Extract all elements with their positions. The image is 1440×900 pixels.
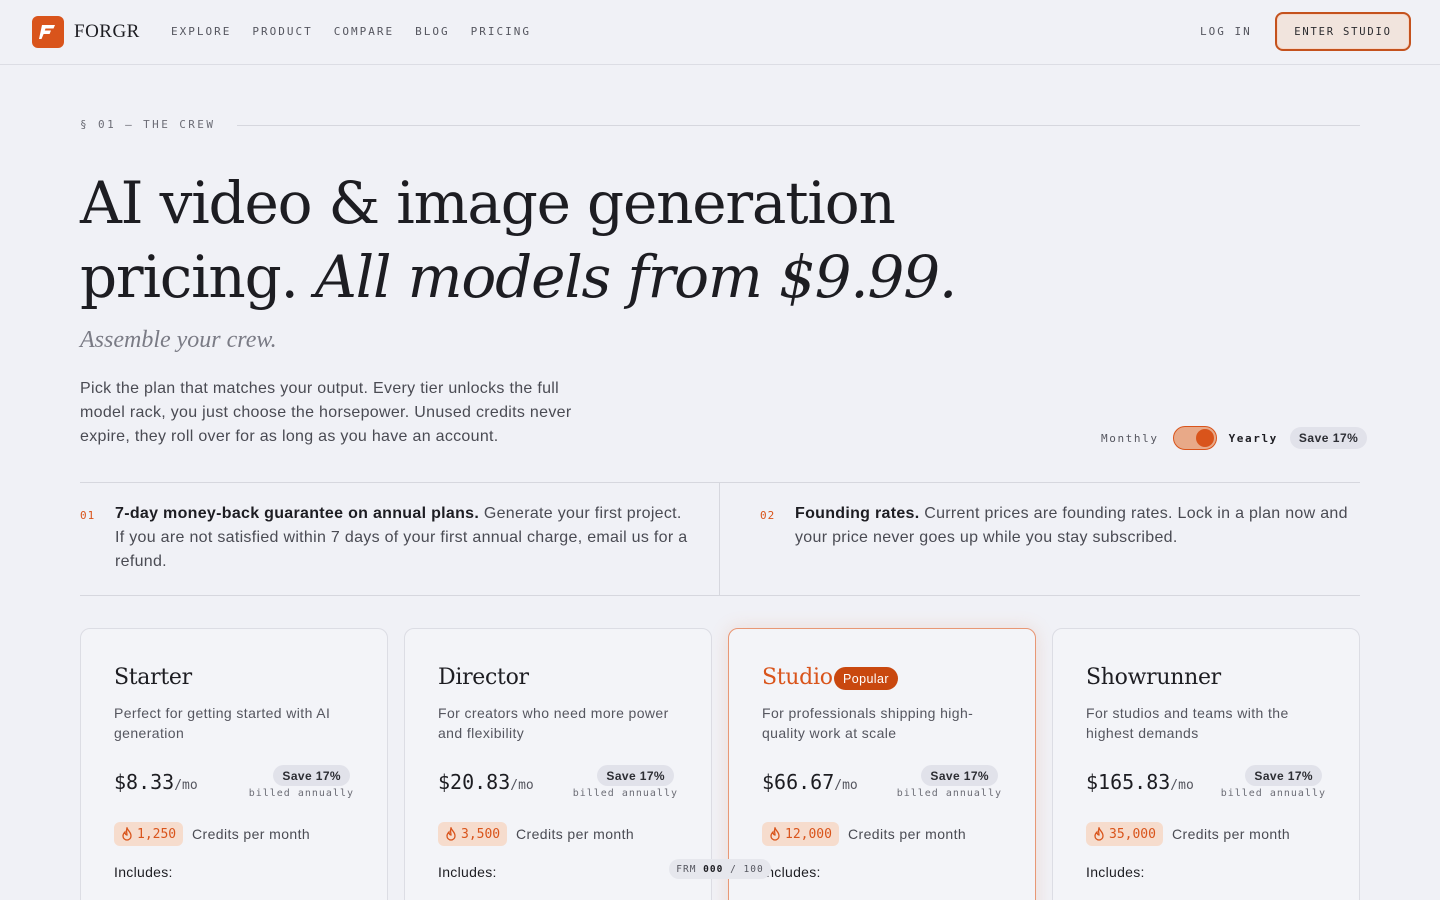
- plan-card-starter[interactable]: Starter Perfect for getting started with…: [80, 628, 388, 900]
- plan-billed-note: billed annually: [896, 788, 1002, 799]
- plan-name: Studio: [762, 665, 833, 690]
- flame-icon: [1094, 827, 1104, 841]
- notes-column-divider: [719, 483, 720, 595]
- plan-price: $66.67/mo: [762, 770, 858, 794]
- login-link[interactable]: LOG IN: [1200, 25, 1252, 38]
- plan-billed-note: billed annually: [1220, 788, 1326, 799]
- notes-bottom-divider: [80, 595, 1360, 596]
- credits-label: Credits per month: [1172, 826, 1291, 842]
- note-title: 7-day money-back guarantee on annual pla…: [115, 505, 480, 522]
- plan-billed-note: billed annually: [248, 788, 354, 799]
- nav-links: EXPLORE PRODUCT COMPARE BLOG PRICING: [171, 25, 531, 38]
- plan-name: Showrunner: [1086, 665, 1221, 690]
- popular-badge: Popular: [834, 667, 898, 690]
- brand-name: FORGR: [74, 21, 140, 42]
- note-founding-rates: Founding rates. Current prices are found…: [795, 502, 1355, 550]
- credits-badge: 35,000: [1086, 822, 1163, 846]
- section-divider: [237, 125, 1360, 126]
- credits-badge: 12,000: [762, 822, 839, 846]
- flame-icon: [770, 827, 780, 841]
- frame-label: FRM: [676, 863, 697, 875]
- credits-label: Credits per month: [848, 826, 967, 842]
- includes-heading: Includes:: [114, 864, 173, 880]
- nav-link-blog[interactable]: BLOG: [415, 25, 450, 38]
- save-badge: Save 17%: [1289, 427, 1368, 449]
- price-period: /mo: [174, 778, 198, 793]
- plan-name: Director: [438, 665, 529, 690]
- plan-price: $165.83/mo: [1086, 770, 1194, 794]
- credits-value: 1,250: [137, 826, 177, 842]
- nav-link-compare[interactable]: COMPARE: [334, 25, 394, 38]
- plan-card-studio[interactable]: Studio Popular For professionals shippin…: [728, 628, 1036, 900]
- top-nav: FORGR EXPLORE PRODUCT COMPARE BLOG PRICI…: [0, 0, 1440, 65]
- includes-heading: Includes:: [1086, 864, 1145, 880]
- title-line-1: AI video & image generation: [80, 169, 896, 237]
- note-number: 01: [80, 509, 96, 522]
- credits-label: Credits per month: [192, 826, 311, 842]
- credits-value: 35,000: [1109, 826, 1156, 842]
- plan-save-badge: Save 17%: [1245, 765, 1322, 786]
- toggle-knob: [1195, 429, 1214, 447]
- price-value: $66.67: [762, 770, 835, 794]
- title-emphasis: All models from $9.99.: [315, 243, 957, 311]
- plan-description: For creators who need more power and fle…: [438, 705, 669, 741]
- plan-name: Starter: [114, 665, 192, 690]
- credits-value: 3,500: [461, 826, 501, 842]
- nav-link-explore[interactable]: EXPLORE: [171, 25, 231, 38]
- credits-value: 12,000: [785, 826, 832, 842]
- plan-description: For studios and teams with the highest d…: [1086, 705, 1289, 741]
- nav-link-product[interactable]: PRODUCT: [252, 25, 312, 38]
- plan-save-badge: Save 17%: [597, 765, 674, 786]
- note-number: 02: [760, 509, 776, 522]
- brand-logo[interactable]: FORGR: [32, 16, 140, 48]
- nav-link-pricing[interactable]: PRICING: [471, 25, 531, 38]
- plan-billed-note: billed annually: [572, 788, 678, 799]
- includes-heading: Includes:: [438, 864, 497, 880]
- price-period: /mo: [1170, 778, 1194, 793]
- note-guarantee: 7-day money-back guarantee on annual pla…: [115, 502, 695, 574]
- plan-card-director[interactable]: Director For creators who need more powe…: [404, 628, 712, 900]
- page-title: AI video & image generation pricing. All…: [80, 166, 980, 314]
- plan-price: $20.83/mo: [438, 770, 534, 794]
- credits-label: Credits per month: [516, 826, 635, 842]
- plan-price: $8.33/mo: [114, 770, 198, 794]
- notes-top-divider: [80, 482, 1360, 483]
- enter-studio-button[interactable]: ENTER STUDIO: [1275, 12, 1411, 51]
- plan-save-badge: Save 17%: [921, 765, 998, 786]
- plan-description: For professionals shipping high-quality …: [762, 705, 974, 741]
- price-value: $20.83: [438, 770, 511, 794]
- price-period: /mo: [834, 778, 858, 793]
- billing-monthly-label[interactable]: Monthly: [1101, 432, 1159, 445]
- credits-badge: 1,250: [114, 822, 184, 846]
- price-value: $165.83: [1086, 770, 1171, 794]
- billing-toggle-group: Monthly Yearly Save 17%: [1101, 426, 1368, 450]
- plan-card-showrunner[interactable]: Showrunner For studios and teams with th…: [1052, 628, 1360, 900]
- price-period: /mo: [510, 778, 534, 793]
- plan-save-badge: Save 17%: [273, 765, 350, 786]
- section-label: § 01 — THE CREW: [80, 118, 216, 131]
- plan-description: Perfect for getting started with AI gene…: [114, 705, 331, 741]
- credits-badge: 3,500: [438, 822, 508, 846]
- title-line-2: pricing.: [80, 243, 315, 311]
- billing-yearly-label[interactable]: Yearly: [1229, 432, 1278, 445]
- frame-separator: /: [730, 863, 737, 875]
- frame-counter-overlay: FRM 000 / 100: [669, 859, 771, 879]
- price-value: $8.33: [114, 770, 175, 794]
- note-title: Founding rates.: [795, 505, 920, 522]
- intro-text: Pick the plan that matches your output. …: [80, 380, 572, 445]
- billing-toggle[interactable]: [1172, 426, 1217, 450]
- forgr-logo-icon: [32, 16, 64, 48]
- frame-value: 000: [703, 863, 724, 875]
- flame-icon: [122, 827, 132, 841]
- flame-icon: [446, 827, 456, 841]
- frame-total: 100: [743, 863, 764, 875]
- tagline: Assemble your crew.: [80, 327, 277, 353]
